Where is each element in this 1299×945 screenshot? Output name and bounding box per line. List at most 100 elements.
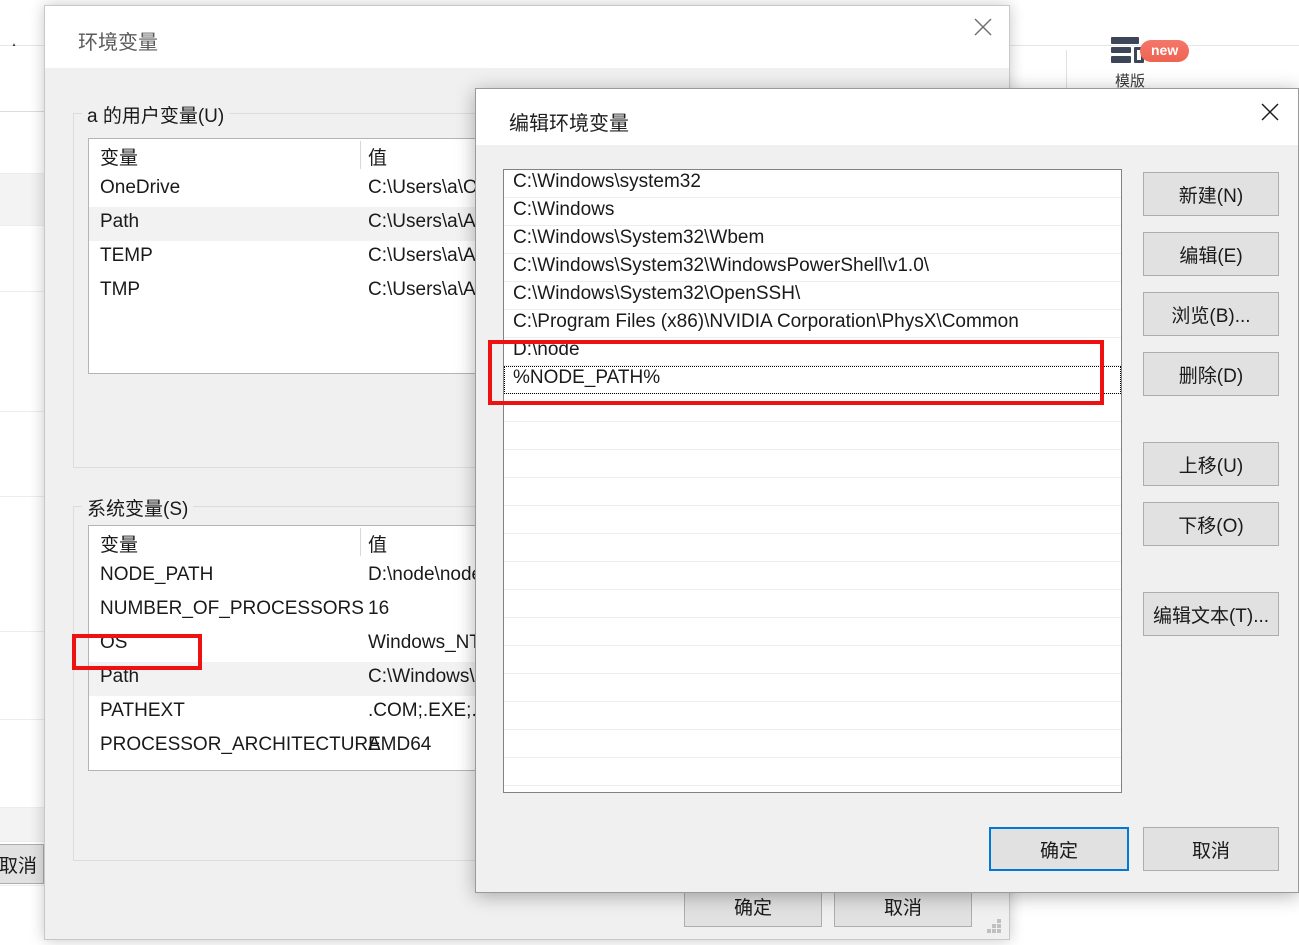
user-variables-listview[interactable]: 变量 值 OneDrive C:\Users\a\On Path C:\Users\a… bbox=[88, 138, 492, 374]
path-entry-text: C:\Windows\System32\OpenSSH\ bbox=[513, 283, 801, 304]
list-item[interactable]: C:\Windows\System32\Wbem bbox=[504, 226, 1121, 254]
table-row[interactable]: OneDrive C:\Users\a\On bbox=[89, 173, 491, 207]
delete-button-label: 删除(D) bbox=[1178, 365, 1244, 387]
list-item[interactable] bbox=[504, 478, 1121, 506]
variable-name-cell: TMP bbox=[100, 279, 141, 300]
path-entry-text: C:\Windows bbox=[513, 199, 615, 220]
move-up-button[interactable]: 上移(U) bbox=[1143, 442, 1279, 486]
path-entry-text: C:\Windows\System32\WindowsPowerShell\v1… bbox=[513, 255, 930, 276]
list-item[interactable]: D:\node bbox=[504, 338, 1121, 366]
variable-value-cell: C:\Users\a\Ap bbox=[368, 279, 487, 300]
system-variables-listview[interactable]: 变量 值 NODE_PATH D:\node\node NUMBER_OF_PROC… bbox=[88, 525, 492, 771]
variable-value-cell: Windows_NT bbox=[368, 632, 481, 653]
toolbar-separator bbox=[1066, 50, 1067, 90]
user-col-name: 变量 bbox=[100, 148, 139, 169]
variable-name-cell: NODE_PATH bbox=[100, 564, 214, 585]
system-variables-header: 变量 值 bbox=[89, 526, 491, 560]
browse-button-label: 浏览(B)... bbox=[1171, 305, 1251, 327]
table-row[interactable]: NODE_PATH D:\node\node bbox=[89, 560, 491, 594]
edit-button-label: 编辑(E) bbox=[1179, 245, 1243, 267]
list-item[interactable]: %NODE_PATH% bbox=[504, 366, 1121, 394]
env-dialog-close-button[interactable] bbox=[957, 6, 1009, 48]
list-item[interactable] bbox=[504, 702, 1121, 730]
list-item[interactable] bbox=[504, 646, 1121, 674]
edit-text-button-label: 编辑文本(T)... bbox=[1152, 605, 1270, 627]
list-item[interactable] bbox=[504, 450, 1121, 478]
variable-value-cell: Intel64 Family bbox=[368, 768, 486, 770]
variable-value-cell: AMD64 bbox=[368, 734, 432, 755]
list-item[interactable]: C:\Windows\System32\OpenSSH\ bbox=[504, 282, 1121, 310]
table-row[interactable]: PROCESSOR_IDENTIFIER Intel64 Family bbox=[89, 764, 491, 770]
variable-value-cell: .COM;.EXE;.BA bbox=[368, 700, 492, 721]
close-icon bbox=[974, 18, 992, 36]
delete-button[interactable]: 删除(D) bbox=[1143, 352, 1279, 396]
system-col-name: 变量 bbox=[100, 535, 139, 556]
list-item[interactable] bbox=[504, 562, 1121, 590]
table-row[interactable]: NUMBER_OF_PROCESSORS 16 bbox=[89, 594, 491, 628]
list-item[interactable] bbox=[504, 618, 1121, 646]
system-col-value: 值 bbox=[368, 535, 388, 556]
edit-ok-button[interactable]: 确定 bbox=[989, 827, 1129, 871]
edit-button[interactable]: 编辑(E) bbox=[1143, 232, 1279, 276]
variable-name-cell: OneDrive bbox=[100, 177, 181, 198]
path-entries-rows: C:\Windows\system32 C:\Windows C:\Windows\… bbox=[504, 170, 1121, 786]
variable-value-cell: 16 bbox=[368, 598, 390, 619]
path-entry-text: C:\Windows\System32\Wbem bbox=[513, 227, 765, 248]
list-item[interactable] bbox=[504, 506, 1121, 534]
move-up-button-label: 上移(U) bbox=[1178, 455, 1244, 477]
background-cancel-button[interactable]: 取消 bbox=[0, 844, 44, 884]
move-down-button-label: 下移(O) bbox=[1178, 515, 1244, 537]
table-row[interactable]: OS Windows_NT bbox=[89, 628, 491, 662]
list-item[interactable]: C:\Windows\System32\WindowsPowerShell\v1… bbox=[504, 254, 1121, 282]
list-item[interactable] bbox=[504, 674, 1121, 702]
variable-name-cell: Path bbox=[100, 211, 140, 232]
table-row[interactable]: PATHEXT .COM;.EXE;.BA bbox=[89, 696, 491, 730]
path-entry-text: C:\Program Files (x86)\NVIDIA Corporatio… bbox=[513, 311, 1019, 332]
list-item[interactable]: C:\Program Files (x86)\NVIDIA Corporatio… bbox=[504, 310, 1121, 338]
edit-cancel-button[interactable]: 取消 bbox=[1143, 827, 1279, 871]
edit-ok-label: 确定 bbox=[1039, 840, 1078, 862]
edit-environment-variable-dialog: 编辑环境变量 C:\Windows\system32 C:\Windows C:\W… bbox=[475, 88, 1299, 893]
variable-value-cell: C:\Windows\s bbox=[368, 666, 485, 687]
resize-grip[interactable] bbox=[987, 919, 1001, 933]
path-entry-text: D:\node bbox=[513, 339, 580, 360]
table-row[interactable]: TEMP C:\Users\a\Ap bbox=[89, 241, 491, 275]
variable-value-cell: C:\Users\a\Ap bbox=[368, 211, 487, 232]
edit-dialog-title: 编辑环境变量 bbox=[509, 113, 629, 135]
path-entries-listbox[interactable]: C:\Windows\system32 C:\Windows C:\Windows\… bbox=[503, 169, 1122, 793]
variable-name-cell: PATHEXT bbox=[100, 700, 185, 721]
user-variables-rows: OneDrive C:\Users\a\On Path C:\Users\a\Ap TE… bbox=[89, 173, 491, 309]
edit-dialog-close-button[interactable] bbox=[1242, 89, 1298, 135]
table-row[interactable]: Path C:\Users\a\Ap bbox=[89, 207, 491, 241]
table-row[interactable]: Path C:\Windows\s bbox=[89, 662, 491, 696]
variable-name-cell: Path bbox=[100, 666, 140, 687]
env-dialog-titlebar[interactable] bbox=[45, 6, 1009, 68]
list-item[interactable] bbox=[504, 534, 1121, 562]
system-variables-rows: NODE_PATH D:\node\node NUMBER_OF_PROCESSOR… bbox=[89, 560, 491, 770]
system-variables-legend: 系统变量(S) bbox=[82, 494, 194, 521]
table-row[interactable]: TMP C:\Users\a\Ap bbox=[89, 275, 491, 309]
list-item[interactable] bbox=[504, 394, 1121, 422]
edit-text-button[interactable]: 编辑文本(T)... bbox=[1143, 592, 1279, 636]
list-item[interactable] bbox=[504, 590, 1121, 618]
user-variables-legend: a 的用户变量(U) bbox=[82, 101, 230, 128]
user-col-value: 值 bbox=[368, 148, 388, 169]
background-cancel-label: 取消 bbox=[0, 855, 37, 877]
move-down-button[interactable]: 下移(O) bbox=[1143, 502, 1279, 546]
list-item[interactable] bbox=[504, 422, 1121, 450]
env-cancel-label: 取消 bbox=[883, 897, 922, 919]
variable-name-cell: PROCESSOR_ARCHITECTURE bbox=[100, 734, 381, 755]
new-button-label: 新建(N) bbox=[1178, 185, 1244, 207]
list-item[interactable] bbox=[504, 758, 1121, 786]
list-item[interactable] bbox=[504, 730, 1121, 758]
list-item[interactable]: C:\Windows\system32 bbox=[504, 170, 1121, 198]
edit-cancel-label: 取消 bbox=[1191, 840, 1230, 862]
browse-button[interactable]: 浏览(B)... bbox=[1143, 292, 1279, 336]
column-divider bbox=[360, 528, 361, 556]
table-row[interactable]: PROCESSOR_ARCHITECTURE AMD64 bbox=[89, 730, 491, 764]
new-button[interactable]: 新建(N) bbox=[1143, 172, 1279, 216]
variable-name-cell: OS bbox=[100, 632, 128, 653]
path-entry-text: C:\Windows\system32 bbox=[513, 171, 701, 192]
path-entry-text: %NODE_PATH% bbox=[513, 367, 661, 388]
list-item[interactable]: C:\Windows bbox=[504, 198, 1121, 226]
